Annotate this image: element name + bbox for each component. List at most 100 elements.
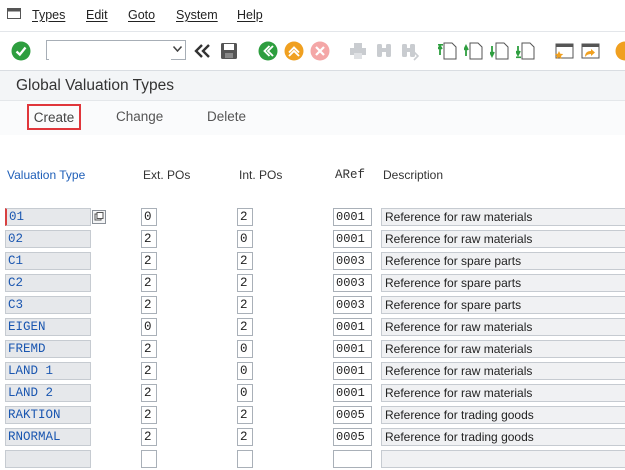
valuation-type-cell[interactable]: RNORMAL xyxy=(5,428,91,446)
ext-pos-field[interactable]: 2 xyxy=(141,406,157,424)
valuation-types-table: Valuation Type Ext. POs Int. POs ARef De… xyxy=(0,135,625,457)
command-input[interactable] xyxy=(49,42,171,60)
back-double-icon[interactable] xyxy=(193,41,213,61)
aref-field[interactable]: 0003 xyxy=(333,252,372,270)
header-aref[interactable]: ARef xyxy=(335,168,365,182)
valuation-type-cell[interactable]: RAKTION xyxy=(5,406,91,424)
int-pos-field[interactable]: 2 xyxy=(237,296,253,314)
aref-field[interactable]: 0003 xyxy=(333,296,372,314)
description-cell: Reference for raw materials xyxy=(381,208,625,226)
aref-field[interactable] xyxy=(333,450,372,468)
aref-field[interactable]: 0001 xyxy=(333,340,372,358)
description-cell xyxy=(381,450,625,468)
int-pos-field[interactable]: 2 xyxy=(237,406,253,424)
int-pos-field[interactable]: 0 xyxy=(237,230,253,248)
int-pos-field[interactable]: 2 xyxy=(237,318,253,336)
next-page-icon[interactable] xyxy=(490,41,510,61)
ext-pos-field[interactable]: 0 xyxy=(141,208,157,226)
ext-pos-field[interactable]: 2 xyxy=(141,340,157,358)
description-cell: Reference for trading goods xyxy=(381,406,625,424)
int-pos-field[interactable]: 2 xyxy=(237,252,253,270)
menu-item-system[interactable]: System xyxy=(176,8,218,22)
value-help-icon[interactable] xyxy=(92,210,106,224)
aref-field[interactable]: 0005 xyxy=(333,428,372,446)
description-cell: Reference for trading goods xyxy=(381,428,625,446)
aref-field[interactable]: 0001 xyxy=(333,318,372,336)
aref-field[interactable]: 0001 xyxy=(333,208,372,226)
int-pos-field[interactable]: 2 xyxy=(237,208,253,226)
ext-pos-field[interactable]: 2 xyxy=(141,230,157,248)
valuation-type-cell[interactable]: 02 xyxy=(5,230,91,248)
header-int-pos[interactable]: Int. POs xyxy=(239,168,282,182)
find-next-icon xyxy=(400,41,420,61)
description-cell: Reference for spare parts xyxy=(381,274,625,292)
page-title: Global Valuation Types xyxy=(16,77,174,95)
valuation-type-cell[interactable]: FREMD xyxy=(5,340,91,358)
description-cell: Reference for spare parts xyxy=(381,252,625,270)
help-icon[interactable] xyxy=(615,41,625,61)
aref-field[interactable]: 0001 xyxy=(333,230,372,248)
table-row: 02 2 0 0001 Reference for raw materials xyxy=(0,230,625,250)
aref-field[interactable]: 0001 xyxy=(333,384,372,402)
valuation-type-cell[interactable]: EIGEN xyxy=(5,318,91,336)
table-row: C3 2 2 0003 Reference for spare parts xyxy=(0,296,625,316)
header-ext-pos[interactable]: Ext. POs xyxy=(143,168,190,182)
first-page-icon[interactable] xyxy=(438,41,458,61)
description-cell: Reference for raw materials xyxy=(381,340,625,358)
table-row: C2 2 2 0003 Reference for spare parts xyxy=(0,274,625,294)
back-icon[interactable] xyxy=(258,41,278,61)
menu-item-edit[interactable]: Edit xyxy=(86,8,108,22)
description-cell: Reference for raw materials xyxy=(381,318,625,336)
create-session-icon[interactable] xyxy=(555,41,575,61)
description-cell: Reference for raw materials xyxy=(381,384,625,402)
aref-field[interactable]: 0003 xyxy=(333,274,372,292)
save-icon[interactable] xyxy=(219,41,239,61)
last-page-icon[interactable] xyxy=(516,41,536,61)
ext-pos-field[interactable]: 2 xyxy=(141,252,157,270)
menu-item-types[interactable]: Types xyxy=(32,8,65,22)
menu-bar: Types Edit Goto System Help xyxy=(0,0,625,32)
menu-icon[interactable] xyxy=(7,8,21,19)
header-valuation-type[interactable]: Valuation Type xyxy=(7,168,85,182)
valuation-type-cell[interactable]: C3 xyxy=(5,296,91,314)
valuation-type-cell[interactable]: LAND 2 xyxy=(5,384,91,402)
chevron-down-icon[interactable] xyxy=(173,46,182,52)
create-button[interactable]: Create xyxy=(27,104,81,130)
menu-item-goto[interactable]: Goto xyxy=(128,8,155,22)
ext-pos-field[interactable]: 2 xyxy=(141,296,157,314)
cancel-icon[interactable] xyxy=(310,41,330,61)
aref-field[interactable]: 0005 xyxy=(333,406,372,424)
int-pos-field[interactable]: 0 xyxy=(237,362,253,380)
change-button[interactable]: Change xyxy=(116,109,163,124)
int-pos-field[interactable]: 0 xyxy=(237,340,253,358)
enter-icon[interactable] xyxy=(11,41,31,61)
ext-pos-field[interactable]: 0 xyxy=(141,318,157,336)
ext-pos-field[interactable]: 2 xyxy=(141,274,157,292)
standard-toolbar xyxy=(0,32,625,71)
int-pos-field[interactable] xyxy=(237,450,253,468)
int-pos-field[interactable]: 2 xyxy=(237,274,253,292)
table-row: EIGEN 0 2 0001 Reference for raw materia… xyxy=(0,318,625,338)
description-cell: Reference for raw materials xyxy=(381,362,625,380)
valuation-type-cell[interactable]: LAND 1 xyxy=(5,362,91,380)
header-description[interactable]: Description xyxy=(383,168,443,182)
table-row: 01 0 2 0001 Reference for raw materials xyxy=(0,208,625,228)
int-pos-field[interactable]: 2 xyxy=(237,428,253,446)
valuation-type-cell[interactable]: C1 xyxy=(5,252,91,270)
ext-pos-field[interactable]: 2 xyxy=(141,362,157,380)
shortcut-icon[interactable] xyxy=(581,41,601,61)
exit-icon[interactable] xyxy=(284,41,304,61)
valuation-type-cell[interactable]: 01 xyxy=(5,208,91,226)
command-field[interactable] xyxy=(46,40,186,60)
previous-page-icon[interactable] xyxy=(464,41,484,61)
ext-pos-field[interactable] xyxy=(141,450,157,468)
delete-button[interactable]: Delete xyxy=(207,109,246,124)
valuation-type-cell[interactable]: C2 xyxy=(5,274,91,292)
description-cell: Reference for raw materials xyxy=(381,230,625,248)
aref-field[interactable]: 0001 xyxy=(333,362,372,380)
int-pos-field[interactable]: 0 xyxy=(237,384,253,402)
valuation-type-cell[interactable] xyxy=(5,450,91,468)
menu-item-help[interactable]: Help xyxy=(237,8,263,22)
ext-pos-field[interactable]: 2 xyxy=(141,428,157,446)
ext-pos-field[interactable]: 2 xyxy=(141,384,157,402)
